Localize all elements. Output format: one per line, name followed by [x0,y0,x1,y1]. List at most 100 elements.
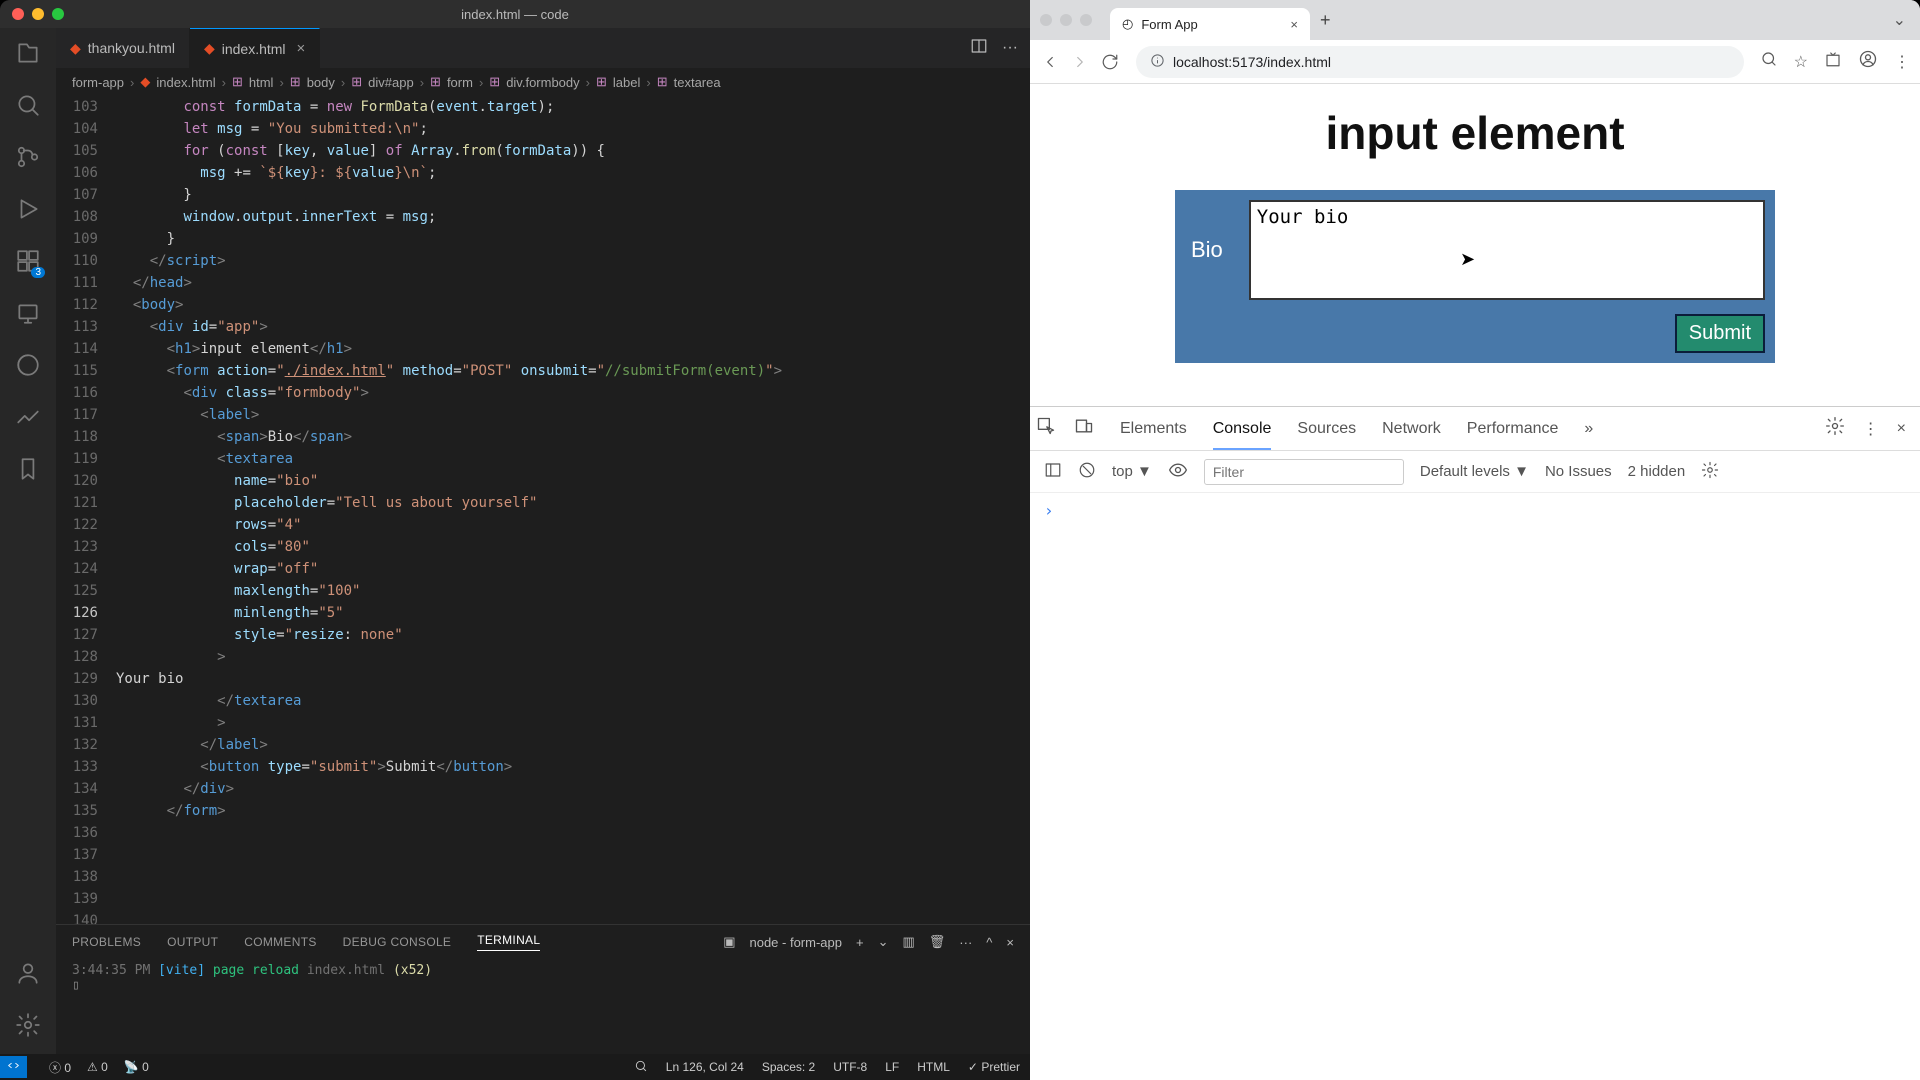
editor-area: ◆thankyou.html ◆index.html× ··· form-app… [56,28,1030,1054]
window-controls [12,8,64,20]
console-body[interactable]: › [1030,493,1920,1080]
close-tab-icon[interactable]: × [1290,17,1298,32]
split-editor-icon[interactable] [970,37,988,60]
terminal-dropdown-icon[interactable]: ⌄ [878,934,889,950]
status-lang[interactable]: HTML [917,1060,950,1074]
status-encoding[interactable]: UTF-8 [833,1060,867,1074]
browser-close[interactable] [1040,14,1052,26]
submit-button[interactable]: Submit [1675,314,1765,353]
explorer-icon[interactable] [13,38,43,68]
status-ln-col[interactable]: Ln 126, Col 24 [666,1060,744,1074]
devtools-tab-console[interactable]: Console [1213,420,1272,450]
vscode-window: index.html — code 3 ◆thankyo [0,0,1030,1080]
terminal-body[interactable]: 3:44:35 PM [vite] page reload index.html… [56,959,1030,1054]
testing-icon[interactable] [13,350,43,380]
panel-tab-comments[interactable]: COMMENTS [244,935,316,949]
reload-button[interactable] [1100,52,1120,72]
browser-maximize[interactable] [1080,14,1092,26]
forward-button[interactable] [1070,52,1090,72]
devtools-settings-icon[interactable] [1825,416,1845,441]
devtools-more-tabs-icon[interactable]: » [1584,420,1593,438]
extensions-icon[interactable]: 3 [13,246,43,276]
browser-tab[interactable]: ◴ Form App × [1110,8,1310,40]
code-editor[interactable]: 1031041051061071081091101111121131141151… [56,96,1030,924]
search-icon[interactable] [13,90,43,120]
clear-console-icon[interactable] [1078,461,1096,483]
debug-icon[interactable] [13,194,43,224]
bio-textarea[interactable] [1249,200,1765,300]
more-actions-icon[interactable]: ··· [1002,39,1018,57]
split-terminal-icon[interactable]: ▥ [902,934,914,950]
breadcrumb[interactable]: form-app› ◆index.html› ⊞html› ⊞body› ⊞di… [56,68,1030,96]
vscode-titlebar: index.html — code [0,0,1030,28]
account-icon[interactable] [13,958,43,988]
status-ports[interactable]: 📡 0 [124,1060,149,1074]
profile-icon[interactable] [1858,49,1878,74]
window-dropdown-icon[interactable]: ⌄ [1893,10,1906,30]
console-filter-input[interactable] [1204,459,1404,485]
browser-toolbar: localhost:5173/index.html ☆ ⋮ [1030,40,1920,84]
status-prettier[interactable]: ✓ Prettier [968,1060,1020,1074]
terminal-task-icon[interactable]: ▣ [723,934,735,950]
maximize-window[interactable] [52,8,64,20]
devtools-tab-sources[interactable]: Sources [1297,420,1356,438]
maximize-panel-icon[interactable]: ^ [986,935,992,950]
close-panel-icon[interactable]: × [1006,935,1014,950]
hidden-count[interactable]: 2 hidden [1628,463,1686,480]
new-tab-button[interactable]: + [1320,10,1331,31]
extensions-icon[interactable] [1824,50,1842,73]
status-spaces[interactable]: Spaces: 2 [762,1060,815,1074]
devtools-menu-icon[interactable]: ⋮ [1863,419,1879,439]
devtools-close-icon[interactable]: × [1897,420,1906,438]
log-levels-selector[interactable]: Default levels ▼ [1420,463,1529,480]
code-content[interactable]: const formData = new FormData(event.targ… [116,96,1030,924]
source-control-icon[interactable] [13,142,43,172]
console-sidebar-icon[interactable] [1044,461,1062,483]
status-warnings[interactable]: ⚠ 0 [87,1060,108,1074]
remote-icon[interactable] [13,298,43,328]
status-bar: ⓧ 0 ⚠ 0 📡 0 Ln 126, Col 24 Spaces: 2 UTF… [0,1054,1030,1080]
site-info-icon[interactable] [1150,53,1165,71]
close-tab-icon[interactable]: × [297,40,306,57]
devtools-tab-performance[interactable]: Performance [1467,420,1559,438]
devtools-tab-network[interactable]: Network [1382,420,1441,438]
tab-index[interactable]: ◆index.html× [190,28,320,68]
terminal-task[interactable]: node - form-app [749,935,842,950]
bookmark-icon[interactable]: ☆ [1794,52,1808,72]
tab-label: thankyou.html [88,40,175,56]
kill-terminal-icon[interactable]: 🗑 [929,934,946,950]
console-settings-icon[interactable] [1701,461,1719,483]
context-selector[interactable]: top ▼ [1112,463,1152,480]
timeline-icon[interactable] [13,402,43,432]
tab-thankyou[interactable]: ◆thankyou.html [56,28,190,68]
mouse-cursor: ➤ [1460,249,1475,270]
panel-tab-terminal[interactable]: TERMINAL [477,933,540,951]
device-toolbar-icon[interactable] [1074,416,1094,441]
status-errors[interactable]: ⓧ 0 [49,1059,71,1076]
status-search-icon[interactable] [634,1059,648,1076]
extensions-badge: 3 [31,267,45,278]
url-bar[interactable]: localhost:5173/index.html [1136,46,1744,78]
settings-icon[interactable] [13,1010,43,1040]
status-eol[interactable]: LF [885,1060,899,1074]
live-expression-icon[interactable] [1168,460,1188,484]
bookmark-icon[interactable] [13,454,43,484]
panel-tabs: PROBLEMS OUTPUT COMMENTS DEBUG CONSOLE T… [56,925,1030,959]
panel-tab-debug[interactable]: DEBUG CONSOLE [343,935,452,949]
remote-indicator[interactable] [0,1056,27,1078]
browser-minimize[interactable] [1060,14,1072,26]
new-terminal-icon[interactable]: + [856,935,864,950]
issues-badge[interactable]: No Issues [1545,463,1612,480]
editor-tabs: ◆thankyou.html ◆index.html× ··· [56,28,1030,68]
inspect-element-icon[interactable] [1036,416,1056,441]
panel-tab-output[interactable]: OUTPUT [167,935,218,949]
menu-icon[interactable]: ⋮ [1894,52,1910,72]
console-toolbar: top ▼ Default levels ▼ No Issues 2 hidde… [1030,451,1920,493]
panel-tab-problems[interactable]: PROBLEMS [72,935,141,949]
more-icon[interactable]: ··· [959,935,972,950]
back-button[interactable] [1040,52,1060,72]
minimize-window[interactable] [32,8,44,20]
close-window[interactable] [12,8,24,20]
devtools-tab-elements[interactable]: Elements [1120,420,1187,438]
zoom-icon[interactable] [1760,50,1778,73]
